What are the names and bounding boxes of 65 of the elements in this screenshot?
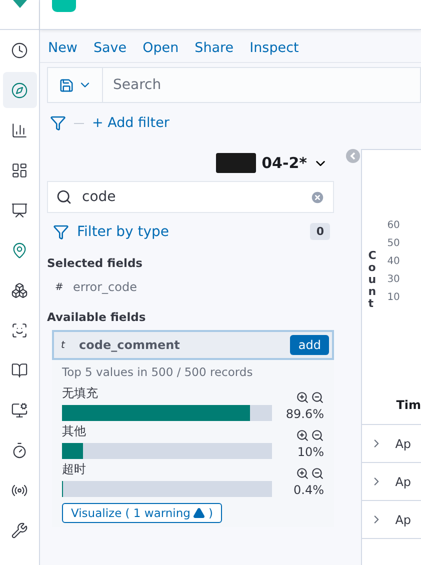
axis-tick: 50 <box>387 238 400 249</box>
field-row[interactable]: t code_comment add <box>52 330 334 360</box>
add-button[interactable]: add <box>290 335 329 355</box>
axis-tick: 60 <box>387 220 400 231</box>
value-label: 超时 <box>62 461 87 478</box>
axis-tick: 30 <box>387 274 400 285</box>
wrench-icon <box>11 522 28 538</box>
filter-by-type-button[interactable]: Filter by type <box>53 224 170 240</box>
warning-icon <box>193 507 206 519</box>
search-icon <box>56 189 72 205</box>
value-percent: 89.6% <box>286 407 324 421</box>
filter-count: 0 <box>310 223 330 240</box>
menu-link[interactable]: Save <box>93 40 127 56</box>
value-label: 无填充 <box>62 385 99 402</box>
column-header: Tim <box>362 350 421 425</box>
map-pin-icon <box>11 242 28 258</box>
menu-link[interactable]: Open <box>142 40 179 56</box>
axis-tick: 10 <box>387 292 400 303</box>
table-cell: Ap <box>395 436 412 450</box>
add-filter-link[interactable]: + Add filter <box>92 115 170 131</box>
visualize-button[interactable]: Visualize ( 1 warning ) <box>62 503 222 523</box>
zoom-out-icon[interactable] <box>311 391 324 404</box>
dashboard-icon <box>11 162 28 178</box>
value-label: 其他 <box>62 423 87 440</box>
clear-icon[interactable] <box>310 190 325 204</box>
menu-link[interactable]: Inspect <box>250 40 299 56</box>
section-heading: Available fields <box>47 310 147 324</box>
zoom-in-icon[interactable] <box>296 391 309 404</box>
timer-icon <box>11 442 28 458</box>
filter-icon[interactable] <box>50 115 66 131</box>
field-name[interactable]: error_code <box>73 280 137 294</box>
cluster-icon <box>11 282 28 298</box>
canvas-icon <box>11 202 28 218</box>
search-input[interactable]: code <box>80 188 302 206</box>
app-logo <box>52 0 76 12</box>
field-search-bar[interactable]: code <box>47 181 334 213</box>
logo-icon <box>10 0 28 8</box>
zoom-in-icon[interactable] <box>296 429 309 442</box>
table-cell: Ap <box>395 474 412 488</box>
chart-icon <box>11 122 28 138</box>
zoom-in-icon[interactable] <box>296 467 309 480</box>
filter-icon <box>53 224 69 240</box>
section-heading: Selected fields <box>47 256 144 270</box>
menu-link[interactable]: Share <box>194 40 234 56</box>
compass-icon <box>11 82 28 98</box>
axis-label: Count <box>368 250 378 310</box>
field-name: code_comment <box>79 338 181 352</box>
book-icon <box>11 362 28 378</box>
menu-link[interactable]: New <box>48 40 78 56</box>
index-pattern: 04-2* <box>262 154 307 172</box>
monitor-icon <box>11 402 28 418</box>
query-bar[interactable]: Search <box>47 67 421 103</box>
summary-text: Top 5 values in 500 / 500 records <box>62 365 254 379</box>
value-percent: 10% <box>297 445 324 459</box>
field-type: # <box>55 282 63 292</box>
zoom-out-icon[interactable] <box>311 467 324 480</box>
table-cell: Ap <box>395 512 412 526</box>
redacted-block <box>216 153 256 173</box>
value-percent: 0.4% <box>294 483 324 497</box>
search-field[interactable]: Search <box>103 68 420 102</box>
field-type: t <box>61 340 66 350</box>
clock-icon <box>11 42 28 58</box>
zoom-out-icon[interactable] <box>311 429 324 442</box>
axis-tick: 40 <box>387 256 400 267</box>
save-icon <box>58 78 74 92</box>
